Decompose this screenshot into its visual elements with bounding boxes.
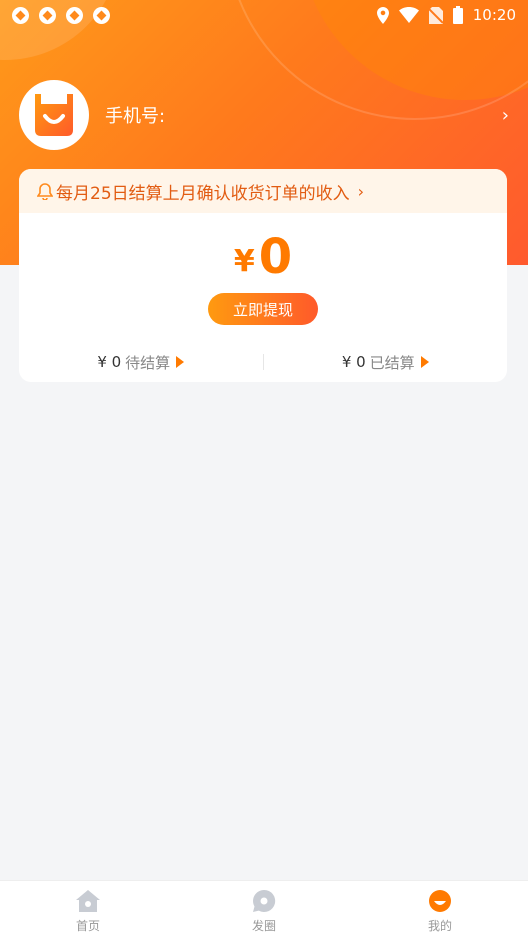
play-arrow-icon [176, 356, 185, 368]
earnings-card: 每月25日结算上月确认收货订单的收入 › ¥ 0 立即提现 ¥ 0 待结算 ¥ … [19, 169, 507, 382]
notice-text: 每月25日结算上月确认收货订单的收入 [56, 183, 350, 204]
wifi-icon [398, 7, 419, 23]
settlement-notice[interactable]: 每月25日结算上月确认收货订单的收入 › [19, 169, 507, 213]
clock: 10:20 [472, 6, 516, 24]
balance: ¥ 0 [19, 231, 507, 283]
bell-icon [37, 182, 53, 200]
settlement-summary: ¥ 0 待结算 ¥ 0 已结算 [19, 342, 507, 382]
settled-settlement[interactable]: ¥ 0 已结算 [264, 352, 508, 373]
notification-icons [12, 6, 110, 24]
app-notification-icon [12, 6, 29, 24]
brand-logo-icon [35, 94, 73, 136]
tab-moments[interactable]: 发圈 [176, 881, 352, 940]
home-icon [75, 888, 101, 914]
chevron-right-icon: › [357, 181, 365, 201]
bottom-tab-bar: 首页 发圈 我的 [0, 880, 528, 940]
system-icons: 10:20 [376, 6, 516, 24]
tab-label: 我的 [427, 918, 452, 933]
pending-label: 待结算 [125, 353, 171, 372]
balance-amount: 0 [258, 229, 293, 285]
location-icon [376, 6, 389, 24]
tab-mine[interactable]: 我的 [352, 881, 528, 940]
avatar[interactable] [19, 80, 89, 150]
pending-amount: ¥ 0 [97, 353, 122, 371]
no-sim-icon [428, 6, 443, 24]
status-bar: 10:20 [0, 0, 528, 30]
app-notification-icon [39, 6, 56, 24]
withdraw-button[interactable]: 立即提现 [208, 293, 318, 325]
app-notification-icon [66, 6, 83, 24]
tab-label: 首页 [75, 918, 100, 933]
mine-icon [427, 888, 453, 914]
chat-bubble-icon [251, 888, 277, 914]
tab-label: 发圈 [251, 918, 276, 933]
tab-home[interactable]: 首页 [0, 881, 176, 940]
app-notification-icon [93, 6, 110, 24]
currency-symbol: ¥ [233, 244, 255, 279]
pending-settlement[interactable]: ¥ 0 待结算 [19, 352, 263, 373]
phone-label: 手机号: [105, 106, 166, 127]
chevron-right-icon[interactable]: › [502, 105, 509, 126]
battery-icon [452, 6, 463, 24]
play-arrow-icon [420, 356, 429, 368]
settled-label: 已结算 [369, 353, 415, 372]
profile-row[interactable]: 手机号: › [19, 80, 509, 150]
settled-amount: ¥ 0 [341, 353, 366, 371]
